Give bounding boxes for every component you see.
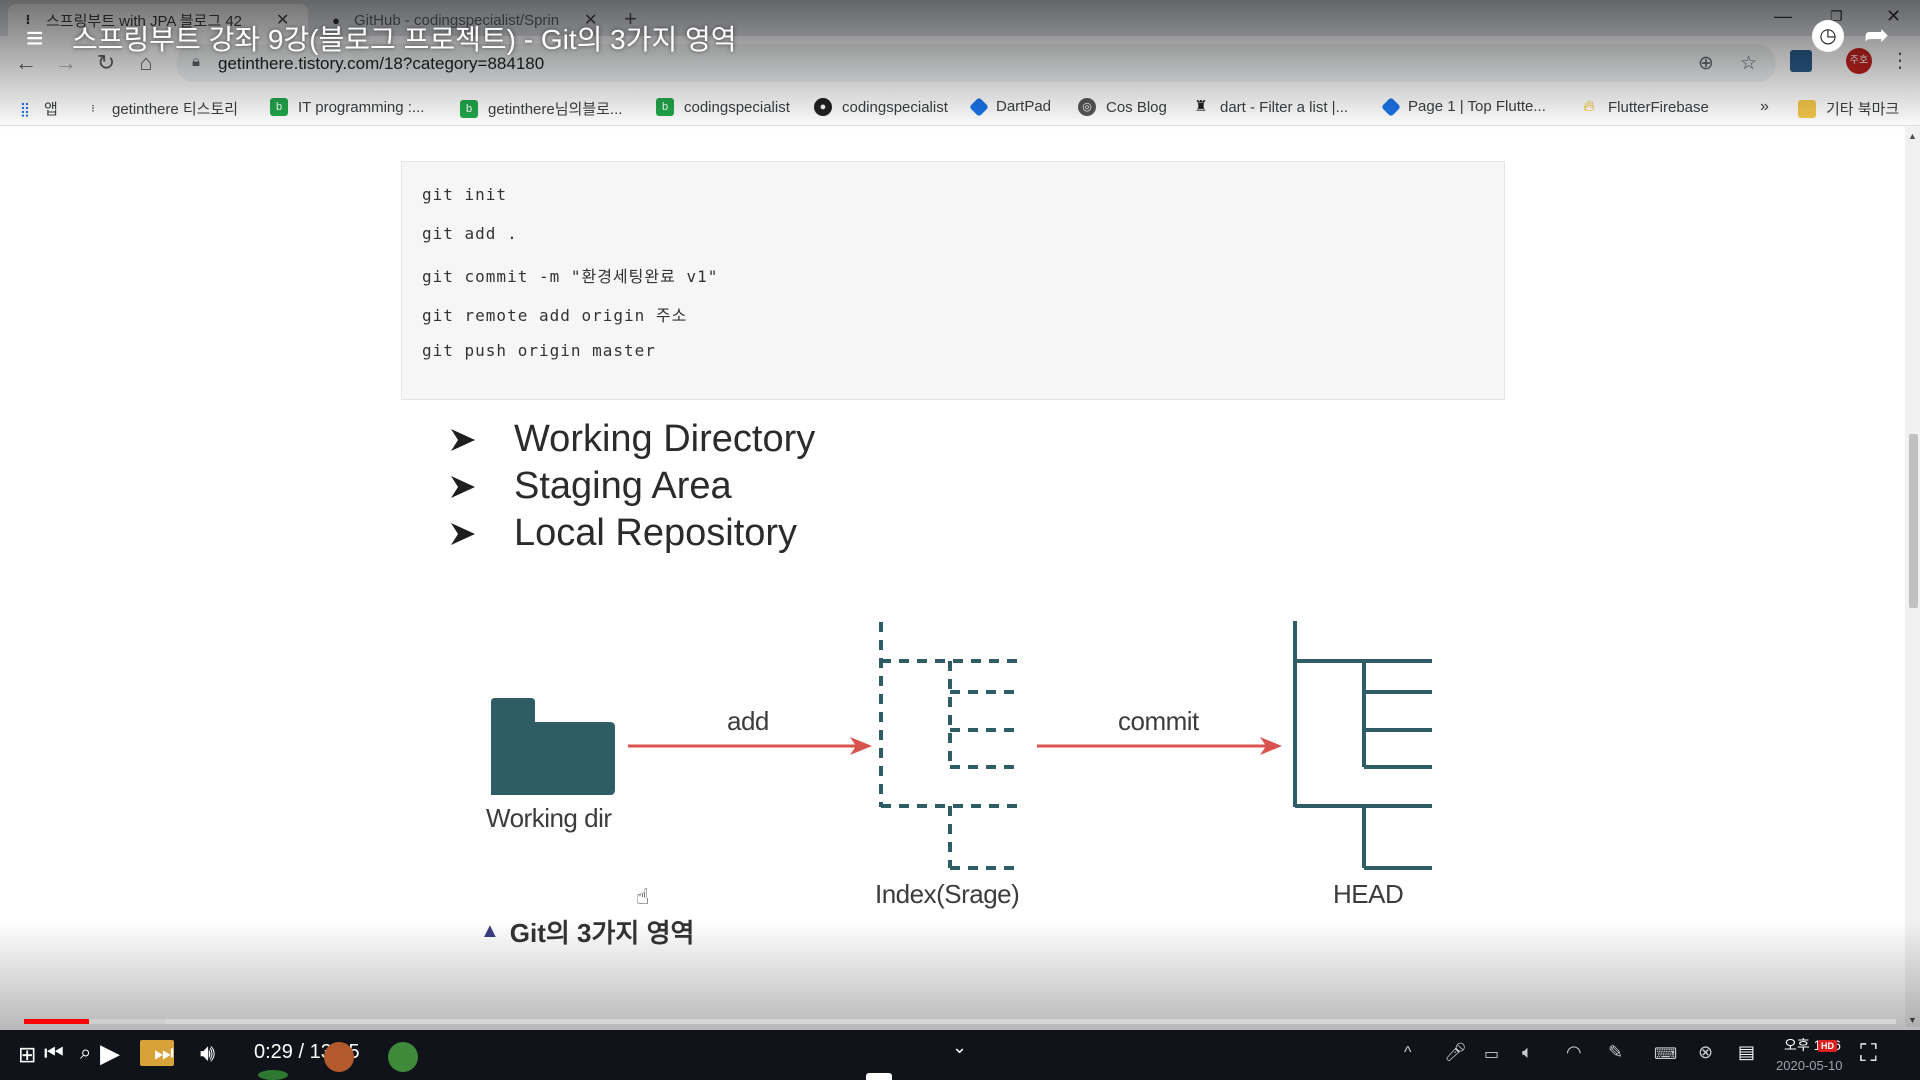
subtitles-icon[interactable]: ▤ (1738, 1042, 1755, 1063)
app-taskbar-icon[interactable] (388, 1042, 418, 1072)
add-label: add (727, 706, 769, 736)
next-track-icon[interactable]: ⏭︎ (154, 1040, 174, 1066)
hd-badge: HD (1818, 1040, 1837, 1052)
microphone-icon[interactable]: 🎤︎ (1444, 1042, 1467, 1063)
caption-marker: ▲ (480, 920, 500, 942)
head-label: HEAD (1333, 879, 1404, 909)
keyboard-icon[interactable]: ⌨ (1654, 1044, 1677, 1064)
video-title[interactable]: 스프링부트 강좌 9강(블로그 프로젝트) - Git의 3가지 영역 (72, 18, 737, 58)
previous-track-icon[interactable]: ⏮︎ (44, 1040, 64, 1066)
search-icon[interactable]: ⌕ (80, 1042, 91, 1065)
chrome-taskbar-icon[interactable] (258, 1070, 288, 1080)
scrollbar-thumb[interactable] (1909, 434, 1918, 608)
exit-fullscreen-icon[interactable]: ⛶ (1860, 1040, 1877, 1068)
head-tree-icon (1293, 621, 1432, 870)
system-clock-date: 2020-05-10 (1776, 1058, 1843, 1073)
index-label: Index(Srage) (875, 879, 1020, 909)
figure-caption: ▲ Git의 3가지 영역 (480, 913, 694, 950)
scroll-up-arrow-icon[interactable]: ▲ (1908, 131, 1917, 141)
bottom-control-bar: ⊞ ⏮︎ ⌕ ▶ ⏭︎ 🔊︎ 0:29 / 13:55 ⌄ ^ 🎤︎ ▭ 🔈︎ … (0, 1030, 1920, 1080)
caption-text: Git의 3가지 영역 (509, 918, 695, 948)
hand-cursor-icon: ☝︎ (636, 884, 650, 909)
commit-label: commit (1118, 706, 1199, 736)
chevron-up-icon[interactable]: ^ (1404, 1044, 1412, 1062)
app-taskbar-icon[interactable] (324, 1042, 354, 1072)
pen-icon[interactable]: ✎ (1608, 1042, 1623, 1063)
progress-played (24, 1019, 89, 1024)
index-tree-icon (879, 622, 1017, 870)
speaker-icon[interactable]: 🔈︎ (1522, 1042, 1533, 1063)
video-progress-bar[interactable] (24, 1019, 1896, 1024)
play-icon[interactable]: ▶ (100, 1038, 120, 1069)
add-arrow (628, 737, 872, 755)
screen: ⁝ 스프링부트 with JPA 블로그 42 ✕ ● GitHub - cod… (0, 0, 1920, 1080)
scroll-down-arrow-icon[interactable]: ▼ (1908, 1015, 1917, 1025)
share-arrow-icon[interactable]: ➦ (1864, 18, 1889, 53)
working-dir-label: Working dir (486, 803, 612, 833)
chevron-down-icon[interactable]: ⌄ (952, 1037, 967, 1058)
commit-arrow (1037, 737, 1282, 755)
watch-later-clock-icon[interactable]: ◷ (1812, 20, 1844, 52)
wifi-icon[interactable]: ◠ (1566, 1042, 1582, 1063)
windows-start-icon[interactable]: ⊞ (18, 1042, 36, 1068)
indicator (866, 1073, 892, 1080)
folder-icon (491, 698, 615, 795)
battery-icon[interactable]: ▭ (1484, 1044, 1499, 1064)
git-three-areas-diagram (491, 621, 1432, 870)
playlist-icon[interactable]: ≡ (26, 22, 44, 56)
close-circle-icon[interactable]: ⊗ (1698, 1042, 1713, 1063)
volume-icon[interactable]: 🔊︎ (200, 1040, 215, 1068)
